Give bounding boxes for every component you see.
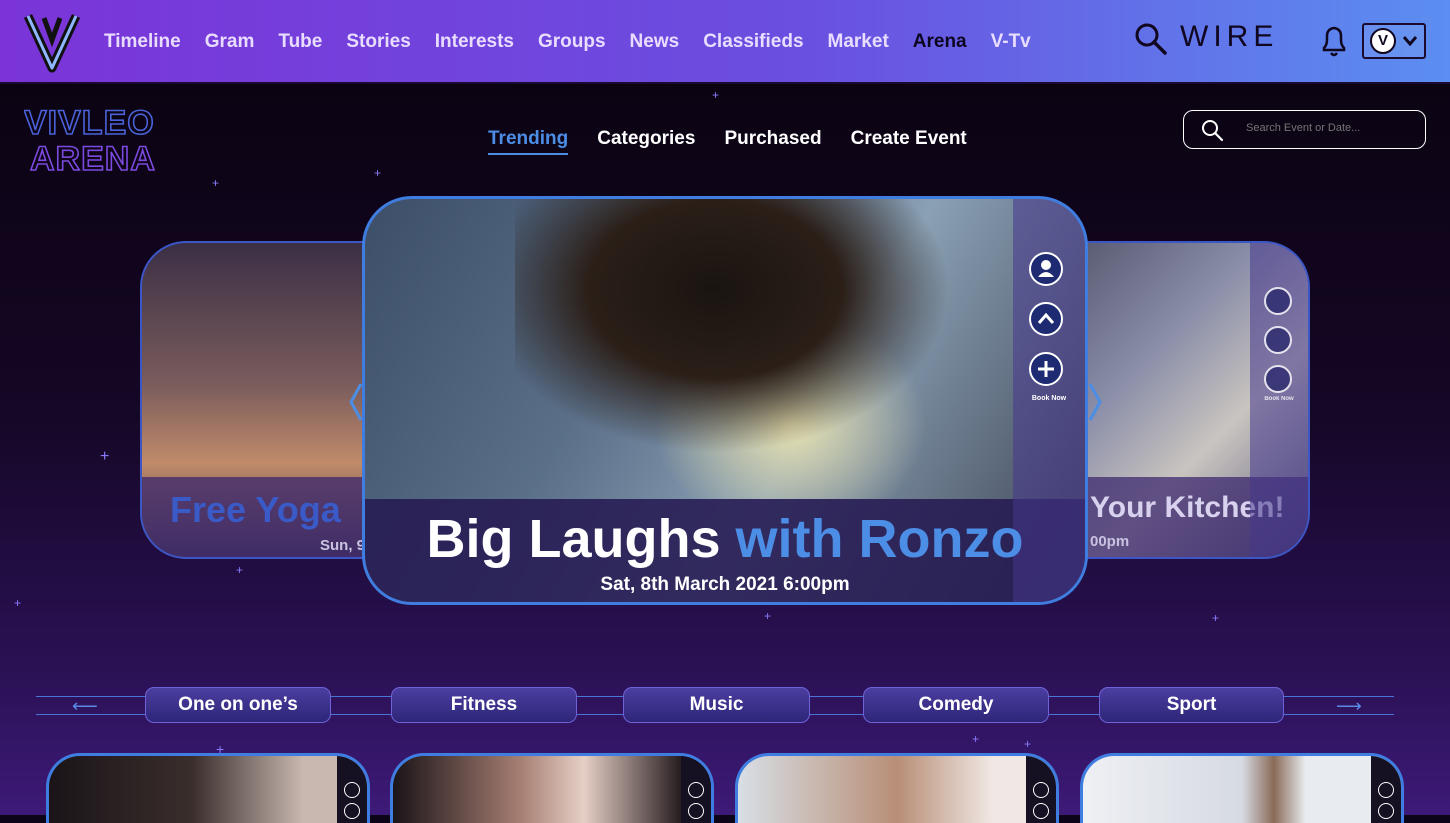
up-button[interactable]: [1378, 803, 1394, 819]
category-one-on-ones[interactable]: One on one’s: [145, 687, 331, 723]
category-comedy[interactable]: Comedy: [863, 687, 1049, 723]
nav-market[interactable]: Market: [828, 31, 889, 53]
category-music[interactable]: Music: [623, 687, 810, 723]
event-search-input[interactable]: [1244, 121, 1418, 135]
wire-logo[interactable]: WIRE: [1180, 20, 1278, 54]
carousel-prev-arrow[interactable]: [349, 382, 363, 422]
event-search-box[interactable]: [1183, 110, 1426, 149]
logo-line1: VIVLEO: [24, 104, 155, 142]
arena-tabs: Trending Categories Purchased Create Eve…: [488, 128, 996, 155]
nav-tube[interactable]: Tube: [278, 31, 322, 53]
decor-star: +: [374, 166, 382, 180]
card-action-rail: [1026, 756, 1056, 823]
nav-interests[interactable]: Interests: [435, 31, 514, 53]
tab-purchased[interactable]: Purchased: [724, 128, 821, 155]
card-action-rail: [337, 756, 367, 823]
event-thumbnail[interactable]: [390, 753, 714, 823]
event-thumbnail[interactable]: [1080, 753, 1404, 823]
up-button[interactable]: [1264, 326, 1292, 354]
decor-star: +: [100, 448, 110, 465]
card-action-rail: [681, 756, 711, 823]
up-button[interactable]: [1033, 803, 1049, 819]
decor-star: +: [212, 176, 220, 190]
up-button[interactable]: [688, 803, 704, 819]
card-action-rail: [1371, 756, 1401, 823]
nav-arena[interactable]: Arena: [913, 31, 967, 53]
title-blue-part: with Ronzo: [735, 509, 1024, 569]
category-sport[interactable]: Sport: [1099, 687, 1284, 723]
featured-image: [515, 199, 1015, 499]
event-thumbnail[interactable]: [735, 753, 1059, 823]
title-white-part: Big Laughs: [426, 509, 721, 569]
decor-star: +: [712, 88, 720, 102]
search-icon[interactable]: [1134, 22, 1168, 56]
category-prev-arrow[interactable]: ⟵: [72, 696, 98, 717]
profile-button[interactable]: [1264, 287, 1292, 315]
profile-button[interactable]: [688, 782, 704, 798]
tab-create-event[interactable]: Create Event: [851, 128, 967, 155]
decor-star: +: [14, 596, 22, 610]
profile-button[interactable]: [344, 782, 360, 798]
vivleo-arena-logo[interactable]: VIVLEO ARENA: [24, 104, 190, 174]
nav-stories[interactable]: Stories: [346, 31, 410, 53]
profile-button[interactable]: [1033, 782, 1049, 798]
profile-icon: [1038, 260, 1054, 277]
event-thumbnail[interactable]: [46, 753, 370, 823]
avatar-initial: V: [1377, 32, 1388, 49]
nav-v-tv[interactable]: V-Tv: [991, 31, 1031, 53]
vivleo-logo[interactable]: [22, 10, 82, 74]
add-button[interactable]: [1264, 365, 1292, 393]
logo-line2: ARENA: [30, 140, 156, 174]
chevron-up-icon: [1037, 312, 1055, 324]
decor-star: +: [1212, 611, 1220, 625]
decor-star: +: [764, 609, 772, 623]
profile-button[interactable]: [1029, 252, 1063, 286]
account-menu[interactable]: V: [1362, 23, 1426, 59]
profile-button[interactable]: [1378, 782, 1394, 798]
category-next-arrow[interactable]: ⟶: [1336, 696, 1362, 717]
plus-icon: [1038, 361, 1054, 377]
tab-trending[interactable]: Trending: [488, 128, 569, 155]
featured-event-title: Big Laughs with Ronzo: [0, 508, 1450, 570]
decor-star: +: [1024, 737, 1032, 751]
chevron-down-icon: [1402, 36, 1418, 47]
nav-groups[interactable]: Groups: [538, 31, 606, 53]
book-now-label: Book Now: [1031, 395, 1067, 402]
wire-label: WIRE: [1180, 20, 1279, 53]
search-icon: [1202, 120, 1224, 142]
book-now-button[interactable]: [1029, 352, 1063, 386]
tab-categories[interactable]: Categories: [597, 128, 695, 155]
up-button[interactable]: [1029, 302, 1063, 336]
top-navigation-bar: Timeline Gram Tube Stories Interests Gro…: [0, 0, 1450, 84]
nav-news[interactable]: News: [630, 31, 680, 53]
bell-icon[interactable]: [1320, 24, 1348, 58]
nav-timeline[interactable]: Timeline: [104, 31, 181, 53]
carousel-next-arrow[interactable]: [1088, 382, 1102, 422]
up-button[interactable]: [344, 803, 360, 819]
avatar: V: [1370, 28, 1396, 54]
featured-event-date: Sat, 8th March 2021 6:00pm: [600, 574, 850, 595]
nav-gram[interactable]: Gram: [205, 31, 255, 53]
category-fitness[interactable]: Fitness: [391, 687, 577, 723]
decor-star: +: [972, 732, 980, 746]
book-now-label: Book Now: [1264, 396, 1294, 402]
nav-classifieds[interactable]: Classifieds: [703, 31, 803, 53]
